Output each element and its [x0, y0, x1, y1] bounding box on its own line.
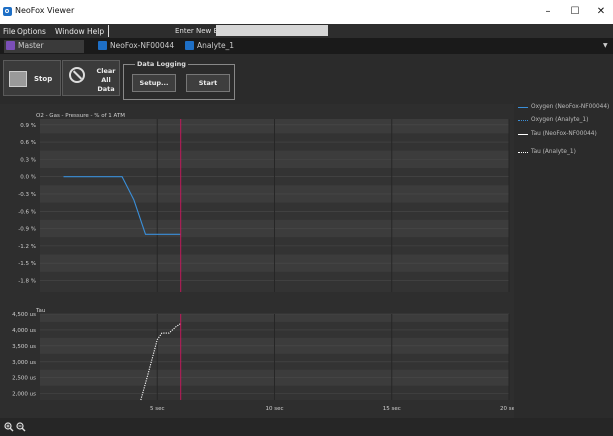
no-entry-icon [69, 67, 85, 83]
maximize-button[interactable]: ☐ [563, 3, 587, 21]
y-tick-label: 3,500 us [12, 344, 36, 350]
y-tick-label: -0.9 % [18, 227, 36, 233]
x-tick-label: 5 sec [150, 406, 165, 412]
stop-icon [9, 71, 27, 87]
zoom-in-icon[interactable] [4, 422, 14, 432]
window-titlebar: NeoFox Viewer – ☐ ✕ [0, 0, 613, 24]
clear-all-data-button[interactable]: Clear All Data [62, 60, 120, 96]
chart-title: Tau [35, 308, 45, 314]
charts-container: 0.9 % 0.6 % 0.3 % 0.0 % -0.3 % -0.6 % -0.9 % -1… [0, 104, 518, 420]
zoom-out-icon[interactable] [16, 422, 26, 432]
tab-master[interactable]: Master [4, 40, 84, 53]
y-tick-label: -0.3 % [18, 192, 36, 198]
y-tick-label: 0.9 % [20, 123, 36, 129]
menu-window[interactable]: Window [55, 27, 85, 36]
setup-button[interactable]: Setup... [132, 74, 176, 92]
start-button[interactable]: Start [186, 74, 230, 92]
y-tick-label: 4,500 us [12, 312, 36, 318]
legend-label: Tau (Analyte_1) [531, 149, 576, 155]
tab-neofox-nf00044[interactable]: NeoFox-NF00044 [98, 40, 178, 53]
event-input[interactable] [216, 25, 328, 36]
y-tick-label: -1.5 % [18, 261, 36, 267]
legend-swatch [518, 152, 528, 153]
y-tick-label: -1.8 % [18, 278, 36, 284]
data-logging-title: Data Logging [135, 60, 188, 68]
neofox-icon [98, 41, 107, 50]
x-tick-label: 15 sec [383, 406, 401, 412]
y-tick-label: -1.2 % [18, 244, 36, 250]
x-tick-label: 10 sec [265, 406, 283, 412]
y-tick-label: 2,500 us [12, 376, 36, 382]
tab-bar: Master NeoFox-NF00044 Analyte_1 [0, 38, 613, 54]
legend-label: Tau (NeoFox-NF00044) [531, 131, 597, 137]
app-icon [3, 7, 12, 16]
y-tick-label: 0.3 % [20, 157, 36, 163]
menu-file[interactable]: File [3, 27, 16, 36]
charts-svg[interactable]: 0.9 % 0.6 % 0.3 % 0.0 % -0.3 % -0.6 % -0.9 % -1… [0, 104, 518, 418]
tab-dropdown-icon[interactable]: ▼ [603, 42, 608, 49]
tab-analyte-1[interactable]: Analyte_1 [185, 40, 245, 53]
tab-label: NeoFox-NF00044 [110, 41, 175, 50]
legend-swatch [518, 120, 528, 121]
legend-swatch [518, 107, 528, 108]
stop-button[interactable]: Stop [3, 60, 61, 96]
menu-divider [108, 25, 109, 37]
y-tick-label: 4,000 us [12, 328, 36, 334]
legend: Oxygen (NeoFox-NF00044) Oxygen (Analyte_… [514, 104, 613, 324]
y-tick-label: 0.6 % [20, 140, 36, 146]
y-tick-label: 2,000 us [12, 392, 36, 398]
stop-label: Stop [34, 75, 53, 83]
chart-icon [6, 41, 15, 50]
clear-label-line2: Data [97, 85, 115, 93]
clear-label: Clear All Data [91, 67, 121, 94]
neofox-icon [185, 41, 194, 50]
tab-label: Analyte_1 [197, 41, 235, 50]
window-title: NeoFox Viewer [15, 6, 75, 15]
y-tick-label: -0.6 % [18, 209, 36, 215]
x-tick-label: 20 sec [500, 406, 514, 412]
toolbar: Stop Clear All Data [0, 54, 613, 104]
y-tick-label: 3,000 us [12, 360, 36, 366]
clear-label-line1: Clear All [96, 67, 116, 84]
close-button[interactable]: ✕ [589, 3, 613, 21]
legend-label: Oxygen (Analyte_1) [531, 117, 589, 123]
chart-title: O2 - Gas - Pressure - % of 1 ATM [36, 113, 125, 119]
legend-label: Oxygen (NeoFox-NF00044) [531, 104, 610, 110]
y-tick-label: 0.0 % [20, 175, 36, 181]
status-bar [0, 418, 613, 436]
minimize-button[interactable]: – [536, 3, 560, 21]
menu-help[interactable]: Help [87, 27, 104, 36]
tab-label: Master [18, 41, 44, 50]
menu-options[interactable]: Options [17, 27, 46, 36]
legend-swatch [518, 134, 528, 135]
